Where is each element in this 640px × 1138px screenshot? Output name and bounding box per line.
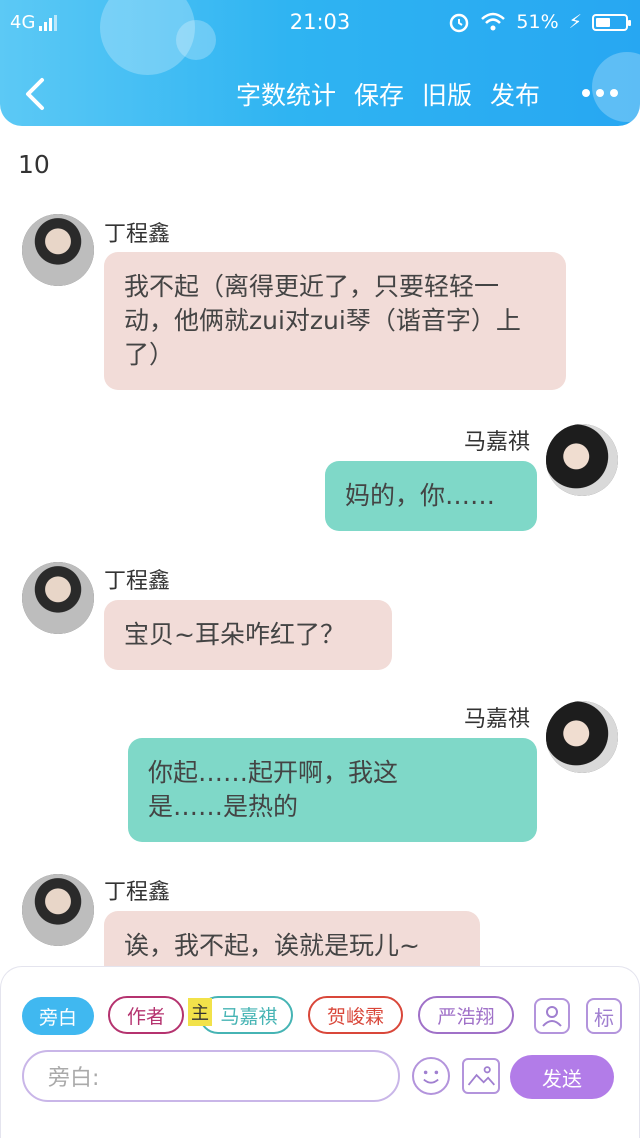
role-narration-chip[interactable]: 旁白 [22, 997, 94, 1035]
message-bubble[interactable]: 妈的，你…… [325, 461, 537, 531]
battery-icon [592, 13, 631, 31]
message-bubble[interactable]: 你起……起开啊，我这是……是热的 [128, 738, 537, 842]
more-dots-icon[interactable] [582, 78, 618, 108]
main-role-badge: 主 [188, 998, 212, 1026]
speaker-name: 丁程鑫 [104, 880, 171, 905]
speaker-name: 马嘉祺 [464, 430, 531, 455]
status-right: 51% ⚡ [448, 11, 631, 33]
publish-button[interactable]: 发布 [490, 76, 540, 112]
battery-fill [596, 17, 611, 27]
image-icon[interactable] [462, 1058, 500, 1094]
message-bubble[interactable]: 我不起（离得更近了，只要轻轻一动，他俩就zui对zui琴（谐音字）上了） [104, 252, 566, 390]
speaker-name: 马嘉祺 [464, 707, 531, 732]
save-button[interactable]: 保存 [354, 76, 404, 112]
role-ma-chip[interactable]: 马嘉祺 [199, 996, 293, 1034]
speaker-name: 丁程鑫 [104, 569, 171, 594]
avatar[interactable] [546, 424, 618, 496]
role-he-chip[interactable]: 贺峻霖 [308, 996, 403, 1034]
add-role-icon[interactable] [534, 998, 570, 1034]
avatar[interactable] [22, 214, 94, 286]
top-header: 4G 21:03 51% ⚡ 字数统计 保存 旧版 发布 [0, 0, 640, 126]
message-input[interactable]: 旁白: [22, 1050, 400, 1102]
message-bubble[interactable]: 宝贝~耳朵咋红了？ [104, 600, 392, 670]
avatar[interactable] [22, 562, 94, 634]
battery-percent: 51% [516, 11, 559, 33]
nav-bar: 字数统计 保存 旧版 发布 [0, 70, 640, 118]
word-count-button[interactable]: 字数统计 [236, 76, 336, 112]
old-version-button[interactable]: 旧版 [422, 76, 472, 112]
tag-button[interactable]: 标 [586, 998, 622, 1034]
nav-actions: 字数统计 保存 旧版 发布 [236, 76, 540, 112]
alarm-icon [450, 13, 469, 33]
role-author-chip[interactable]: 作者 [108, 996, 184, 1034]
role-yan-chip[interactable]: 严浩翔 [418, 996, 514, 1034]
speaker-name: 丁程鑫 [104, 222, 171, 247]
chapter-number: 10 [18, 150, 50, 179]
send-button[interactable]: 发送 [510, 1055, 614, 1099]
charging-icon: ⚡ [568, 11, 582, 33]
wifi-icon [481, 12, 506, 31]
avatar[interactable] [22, 874, 94, 946]
emoji-icon[interactable] [412, 1057, 450, 1095]
chevron-left-icon[interactable] [20, 76, 52, 112]
status-bar: 4G 21:03 51% ⚡ [0, 10, 640, 36]
avatar[interactable] [546, 701, 618, 773]
